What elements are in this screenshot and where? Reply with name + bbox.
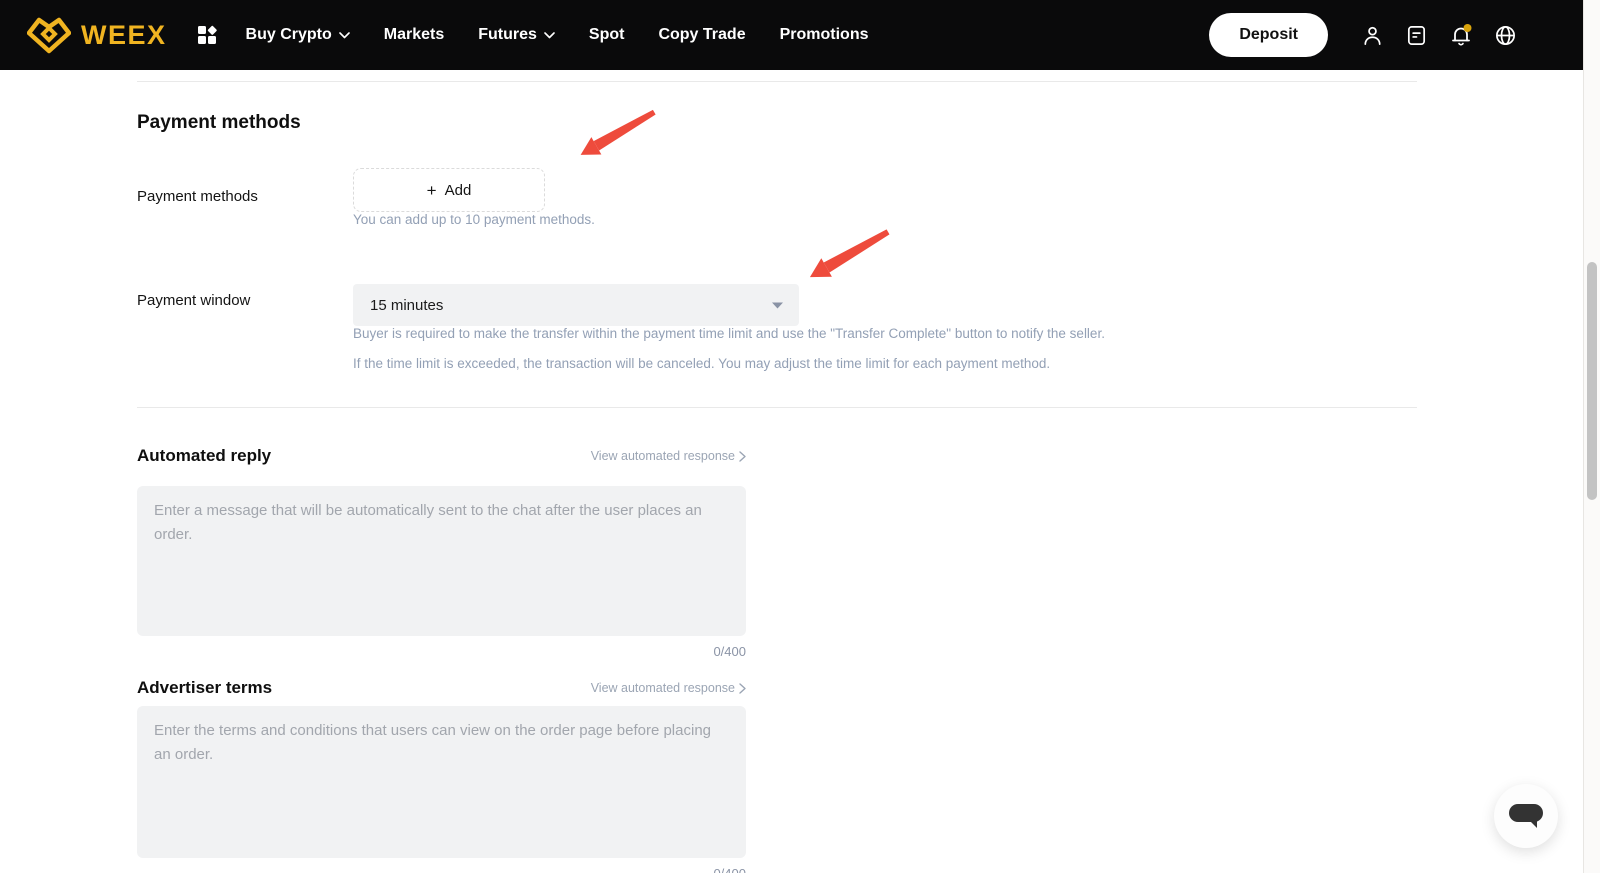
automated-reply-textarea[interactable] <box>137 486 746 636</box>
chat-support-button[interactable] <box>1494 784 1558 848</box>
payment-settings-page: Payment methods Payment methods + Add Yo… <box>0 0 1583 873</box>
plus-icon: + <box>426 180 437 200</box>
annotation-arrow <box>580 109 656 155</box>
caret-down-icon <box>772 302 783 308</box>
payment-window-helper-2: If the time limit is exceeded, the trans… <box>353 356 1051 371</box>
page-scrollbar-track[interactable] <box>1583 0 1600 873</box>
annotation-arrow <box>809 229 890 278</box>
payment-window-select[interactable]: 15 minutes <box>353 284 799 326</box>
add-payment-method-button[interactable]: + Add <box>353 168 545 212</box>
view-automated-response-link[interactable]: View automated response <box>137 449 746 463</box>
page-scrollbar-thumb[interactable] <box>1587 262 1597 500</box>
payment-methods-label: Payment methods <box>137 188 258 205</box>
divider <box>137 81 1417 82</box>
advertiser-terms-textarea[interactable] <box>137 706 746 858</box>
link-label: View automated response <box>590 449 735 463</box>
chat-bubble-icon <box>1509 804 1543 828</box>
view-automated-response-link[interactable]: View automated response <box>137 681 746 695</box>
page-title: Payment methods <box>137 112 301 133</box>
divider <box>137 407 1417 408</box>
link-label: View automated response <box>590 681 735 695</box>
payment-window-value: 15 minutes <box>370 296 444 314</box>
payment-methods-helper: You can add up to 10 payment methods. <box>353 212 595 227</box>
payment-window-label: Payment window <box>137 292 251 309</box>
chevron-right-icon <box>739 450 746 462</box>
advertiser-terms-counter: 0/400 <box>137 866 746 873</box>
payment-window-helper-1: Buyer is required to make the transfer w… <box>353 326 1105 341</box>
chevron-right-icon <box>739 682 746 694</box>
automated-reply-counter: 0/400 <box>713 644 746 659</box>
add-button-label: Add <box>444 181 472 199</box>
